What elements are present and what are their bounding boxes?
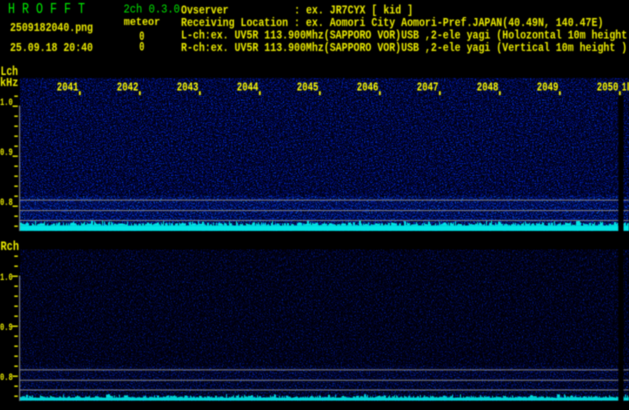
svg-text:2048: 2048: [477, 80, 499, 94]
svg-text:kHz: kHz: [0, 76, 18, 90]
svg-text:2046: 2046: [357, 80, 379, 94]
svg-text:R-ch:ex. UV5R 113.900Mhz(SAPPO: R-ch:ex. UV5R 113.900Mhz(SAPPORO VOR)USB…: [181, 41, 627, 55]
svg-text:2042: 2042: [117, 80, 139, 94]
svg-text:2509182040.png: 2509182040.png: [10, 21, 93, 35]
svg-text:2047: 2047: [417, 80, 439, 94]
svg-text:2043: 2043: [177, 80, 199, 94]
svg-text:2045: 2045: [297, 80, 319, 94]
svg-text:0.9: 0.9: [0, 147, 13, 159]
svg-text:2044: 2044: [237, 80, 259, 94]
svg-text:meteor: meteor: [124, 17, 160, 29]
svg-text:2ch 0.3.0: 2ch 0.3.0: [124, 3, 180, 17]
svg-text:0.8: 0.8: [0, 372, 13, 384]
svg-text:0.8: 0.8: [0, 197, 13, 209]
svg-text:1.0: 1.0: [0, 97, 13, 109]
svg-text:25.09.18 20:40: 25.09.18 20:40: [10, 41, 93, 55]
svg-text:2041: 2041: [57, 80, 79, 94]
svg-text:H R O F F T: H R O F F T: [8, 2, 85, 18]
svg-text:2050: 2050: [597, 80, 619, 94]
svg-text:Rch: Rch: [1, 240, 20, 254]
svg-text:0: 0: [139, 40, 144, 54]
svg-text:1: 1: [622, 80, 627, 94]
svg-text:1.0: 1.0: [0, 272, 13, 284]
svg-text:2049: 2049: [537, 80, 559, 94]
svg-text:0.9: 0.9: [0, 322, 13, 334]
